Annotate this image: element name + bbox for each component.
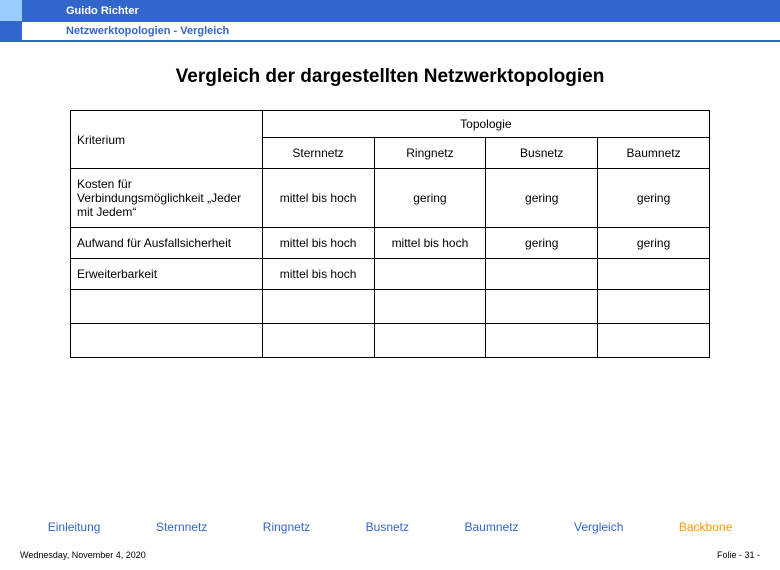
value-cell: gering bbox=[598, 169, 710, 228]
value-cell bbox=[598, 324, 710, 358]
footer: Wednesday, November 4, 2020 Folie - 31 - bbox=[0, 550, 780, 560]
comparison-table: Kriterium Topologie Sternnetz Ringnetz B… bbox=[70, 110, 710, 358]
criterion-cell: Erweiterbarkeit bbox=[71, 259, 263, 290]
header-band: Guido Richter Netzwerktopologien - Vergl… bbox=[0, 0, 780, 42]
topology-header: Topologie bbox=[262, 111, 709, 138]
table-row bbox=[71, 290, 710, 324]
nav-baumnetz[interactable]: Baumnetz bbox=[465, 520, 519, 534]
value-cell bbox=[598, 290, 710, 324]
accent-square-light bbox=[0, 0, 22, 22]
value-cell bbox=[374, 290, 486, 324]
criterion-cell: Kosten für Verbindungsmöglichkeit „Jeder… bbox=[71, 169, 263, 228]
table-row: Aufwand für Ausfallsicherheit mittel bis… bbox=[71, 228, 710, 259]
col-busnetz: Busnetz bbox=[486, 138, 598, 169]
value-cell bbox=[486, 290, 598, 324]
author-name: Guido Richter bbox=[66, 5, 139, 17]
value-cell: mittel bis hoch bbox=[262, 259, 374, 290]
criterion-header: Kriterium bbox=[71, 111, 263, 169]
accent-square-dark bbox=[0, 21, 22, 41]
value-cell: gering bbox=[486, 169, 598, 228]
value-cell bbox=[486, 324, 598, 358]
footer-date: Wednesday, November 4, 2020 bbox=[20, 550, 146, 560]
nav-ringnetz[interactable]: Ringnetz bbox=[263, 520, 310, 534]
footer-page: Folie - 31 - bbox=[717, 550, 760, 560]
value-cell: mittel bis hoch bbox=[374, 228, 486, 259]
col-baumnetz: Baumnetz bbox=[598, 138, 710, 169]
page-title: Vergleich der dargestellten Netzwerktopo… bbox=[30, 66, 750, 88]
value-cell: gering bbox=[486, 228, 598, 259]
criterion-cell: Aufwand für Ausfallsicherheit bbox=[71, 228, 263, 259]
table-row bbox=[71, 324, 710, 358]
table-row: Erweiterbarkeit mittel bis hoch bbox=[71, 259, 710, 290]
value-cell bbox=[262, 324, 374, 358]
value-cell bbox=[598, 259, 710, 290]
nav-einleitung[interactable]: Einleitung bbox=[48, 520, 101, 534]
col-sternnetz: Sternnetz bbox=[262, 138, 374, 169]
value-cell bbox=[486, 259, 598, 290]
value-cell: gering bbox=[598, 228, 710, 259]
table-row: Kosten für Verbindungsmöglichkeit „Jeder… bbox=[71, 169, 710, 228]
slide-subtitle: Netzwerktopologien - Vergleich bbox=[66, 25, 229, 37]
author-bar: Guido Richter bbox=[0, 0, 780, 22]
value-cell: gering bbox=[374, 169, 486, 228]
criterion-cell bbox=[71, 324, 263, 358]
nav-sternnetz[interactable]: Sternnetz bbox=[156, 520, 207, 534]
nav-busnetz[interactable]: Busnetz bbox=[366, 520, 409, 534]
subtitle-bar: Netzwerktopologien - Vergleich bbox=[0, 22, 780, 42]
bottom-nav: Einleitung Sternnetz Ringnetz Busnetz Ba… bbox=[0, 520, 780, 534]
criterion-cell bbox=[71, 290, 263, 324]
value-cell: mittel bis hoch bbox=[262, 169, 374, 228]
value-cell bbox=[374, 324, 486, 358]
value-cell bbox=[262, 290, 374, 324]
nav-vergleich[interactable]: Vergleich bbox=[574, 520, 623, 534]
nav-backbone[interactable]: Backbone bbox=[679, 520, 732, 534]
col-ringnetz: Ringnetz bbox=[374, 138, 486, 169]
value-cell bbox=[374, 259, 486, 290]
value-cell: mittel bis hoch bbox=[262, 228, 374, 259]
